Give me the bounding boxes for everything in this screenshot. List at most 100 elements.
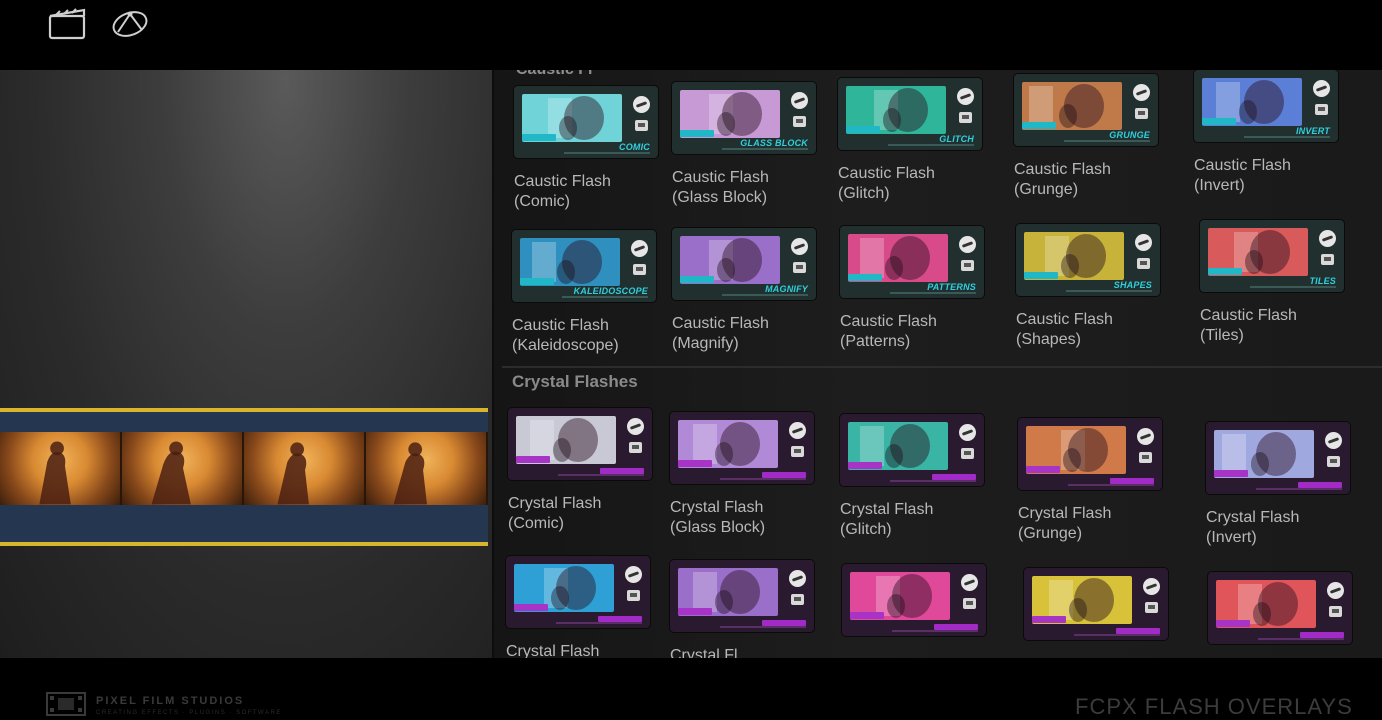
effect-tile[interactable]: TILES Caustic Flash (Tiles) bbox=[1200, 220, 1350, 346]
media-drop-icon[interactable] bbox=[793, 116, 806, 127]
effect-thumbnail[interactable]: INVERT bbox=[1194, 70, 1338, 142]
effect-tile[interactable] bbox=[842, 564, 992, 636]
preview-toggle-icon[interactable] bbox=[1327, 582, 1344, 599]
timeline-clip[interactable] bbox=[0, 408, 488, 548]
media-drop-icon[interactable] bbox=[1321, 254, 1334, 265]
effect-style-label: INVERT bbox=[1295, 126, 1330, 136]
media-drop-icon[interactable] bbox=[635, 120, 648, 131]
preview-toggle-icon[interactable] bbox=[1137, 428, 1154, 445]
media-drop-icon[interactable] bbox=[959, 112, 972, 123]
media-drop-icon[interactable] bbox=[1145, 602, 1158, 613]
media-drop-icon[interactable] bbox=[1139, 452, 1152, 463]
effect-thumbnail[interactable]: GLASS BLOCK bbox=[672, 82, 816, 154]
media-drop-icon[interactable] bbox=[793, 262, 806, 273]
preview-toggle-icon[interactable] bbox=[1133, 84, 1150, 101]
effect-thumbnail[interactable] bbox=[840, 414, 984, 486]
thumbnail-underline bbox=[1064, 140, 1150, 142]
preview-toggle-icon[interactable] bbox=[1325, 432, 1342, 449]
preview-toggle-icon[interactable] bbox=[627, 418, 644, 435]
preview-toggle-icon[interactable] bbox=[625, 566, 642, 583]
preview-toggle-icon[interactable] bbox=[789, 422, 806, 439]
effect-thumbnail[interactable]: COMIC bbox=[514, 86, 658, 158]
media-drop-icon[interactable] bbox=[627, 590, 640, 601]
effect-thumbnail[interactable] bbox=[1024, 568, 1168, 640]
effect-tile[interactable]: KALEIDOSCOPE Caustic Flash (Kaleidoscope) bbox=[512, 230, 662, 356]
effect-tile[interactable]: GLASS BLOCK Caustic Flash (Glass Block) bbox=[672, 82, 822, 208]
preview-toggle-icon[interactable] bbox=[1313, 80, 1330, 97]
brand-chip bbox=[680, 276, 714, 283]
preview-toggle-icon[interactable] bbox=[957, 88, 974, 105]
effect-thumbnail[interactable] bbox=[508, 408, 652, 480]
effect-tile[interactable]: GLITCH Caustic Flash (Glitch) bbox=[838, 78, 988, 204]
media-drop-icon[interactable] bbox=[1135, 108, 1148, 119]
effect-tile[interactable]: SHAPES Caustic Flash (Shapes) bbox=[1016, 224, 1166, 350]
effect-style-label: PATTERNS bbox=[927, 282, 976, 292]
motion-icon[interactable] bbox=[108, 2, 152, 42]
effect-tile[interactable]: GRUNGE Caustic Flash (Grunge) bbox=[1014, 74, 1164, 200]
effect-thumbnail[interactable] bbox=[670, 560, 814, 632]
media-drop-icon[interactable] bbox=[629, 442, 642, 453]
effect-tile[interactable] bbox=[1208, 572, 1358, 644]
media-drop-icon[interactable] bbox=[1327, 456, 1340, 467]
effect-thumbnail[interactable]: PATTERNS bbox=[840, 226, 984, 298]
effect-tile[interactable]: INVERT Caustic Flash (Invert) bbox=[1194, 70, 1344, 196]
effect-thumbnail[interactable]: MAGNIFY bbox=[672, 228, 816, 300]
preview-toggle-icon[interactable] bbox=[791, 92, 808, 109]
effect-tile[interactable]: Crystal Flash (Glitch) bbox=[840, 414, 990, 540]
product-title: FCPX FLASH OVERLAYS bbox=[1075, 694, 1353, 719]
brand-chip bbox=[678, 460, 712, 467]
effect-thumbnail[interactable] bbox=[1206, 422, 1350, 494]
viewer-panel bbox=[0, 70, 492, 658]
effect-thumbnail[interactable] bbox=[1018, 418, 1162, 490]
media-drop-icon[interactable] bbox=[963, 598, 976, 609]
effect-thumbnail[interactable]: TILES bbox=[1200, 220, 1344, 292]
clapperboard-icon[interactable] bbox=[46, 2, 90, 42]
brand-tagline: CREATING EFFECTS · PLUGINS · SOFTWARE bbox=[96, 710, 282, 716]
effect-thumbnail[interactable] bbox=[1208, 572, 1352, 644]
preview-toggle-icon[interactable] bbox=[1143, 578, 1160, 595]
media-drop-icon[interactable] bbox=[791, 594, 804, 605]
effect-name: Caustic Flash (Tiles) bbox=[1200, 307, 1297, 344]
preview-toggle-icon[interactable] bbox=[631, 240, 648, 257]
effect-tile[interactable]: Crystal Flash (Grunge) bbox=[1018, 418, 1168, 544]
section-divider bbox=[502, 366, 1382, 368]
effect-tile[interactable]: Crystal Fl bbox=[670, 560, 820, 658]
effect-tile[interactable]: Crystal Flash (Invert) bbox=[1206, 422, 1356, 548]
effect-style-label: COMIC bbox=[619, 142, 650, 152]
thumbnail-underline bbox=[892, 630, 978, 632]
media-drop-icon[interactable] bbox=[1137, 258, 1150, 269]
media-drop-icon[interactable] bbox=[961, 260, 974, 271]
effect-style-label: GLITCH bbox=[939, 134, 974, 144]
media-drop-icon[interactable] bbox=[961, 448, 974, 459]
section-header-caustic: Caustic Fl bbox=[516, 70, 592, 79]
effect-thumbnail[interactable] bbox=[842, 564, 986, 636]
thumbnail-underline bbox=[564, 152, 650, 154]
effect-tile[interactable]: COMIC Caustic Flash (Comic) bbox=[514, 86, 664, 212]
preview-toggle-icon[interactable] bbox=[959, 424, 976, 441]
effect-thumbnail[interactable] bbox=[506, 556, 650, 628]
effect-tile[interactable] bbox=[1024, 568, 1174, 640]
effect-thumbnail[interactable]: KALEIDOSCOPE bbox=[512, 230, 656, 302]
media-drop-icon[interactable] bbox=[1329, 606, 1342, 617]
media-drop-icon[interactable] bbox=[633, 264, 646, 275]
effect-tile[interactable]: Crystal Flash bbox=[506, 556, 656, 658]
effect-tile[interactable]: Crystal Flash (Comic) bbox=[508, 408, 658, 534]
media-drop-icon[interactable] bbox=[1315, 104, 1328, 115]
thumbnail-underline bbox=[1066, 290, 1152, 292]
effect-thumbnail[interactable]: SHAPES bbox=[1016, 224, 1160, 296]
effect-tile[interactable]: PATTERNS Caustic Flash (Patterns) bbox=[840, 226, 990, 352]
thumbnail-underline bbox=[890, 480, 976, 482]
effect-thumbnail[interactable] bbox=[670, 412, 814, 484]
preview-toggle-icon[interactable] bbox=[959, 236, 976, 253]
preview-toggle-icon[interactable] bbox=[1319, 230, 1336, 247]
preview-toggle-icon[interactable] bbox=[633, 96, 650, 113]
preview-toggle-icon[interactable] bbox=[791, 238, 808, 255]
effect-tile[interactable]: Crystal Flash (Glass Block) bbox=[670, 412, 820, 538]
effect-thumbnail[interactable]: GRUNGE bbox=[1014, 74, 1158, 146]
preview-toggle-icon[interactable] bbox=[1135, 234, 1152, 251]
media-drop-icon[interactable] bbox=[791, 446, 804, 457]
preview-toggle-icon[interactable] bbox=[789, 570, 806, 587]
preview-toggle-icon[interactable] bbox=[961, 574, 978, 591]
effect-thumbnail[interactable]: GLITCH bbox=[838, 78, 982, 150]
effect-tile[interactable]: MAGNIFY Caustic Flash (Magnify) bbox=[672, 228, 822, 354]
